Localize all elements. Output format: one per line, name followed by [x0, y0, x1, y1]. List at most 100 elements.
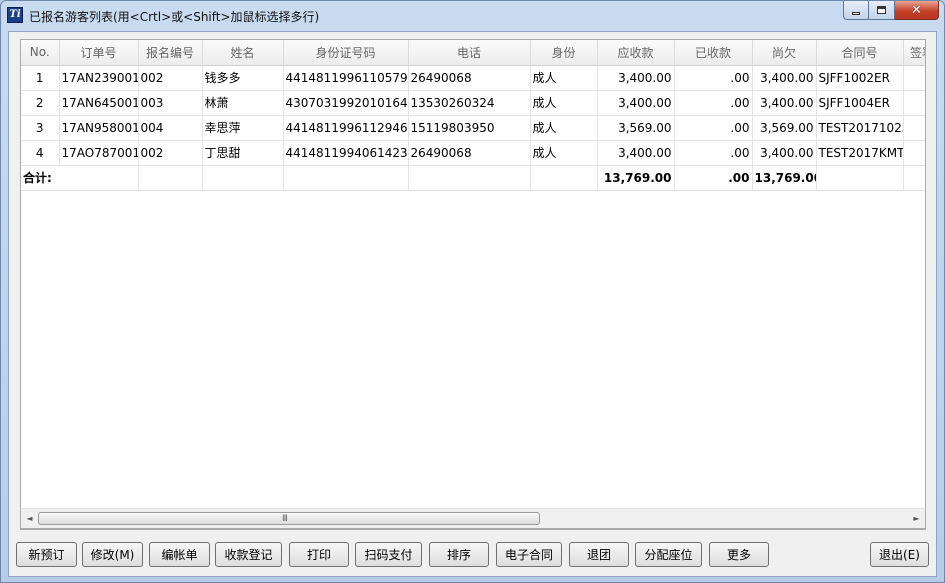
total-empty-cell — [283, 165, 409, 191]
cell-id-number: 441481199406142369 — [283, 140, 409, 166]
cell-id-number: 44148119961129468X — [283, 115, 409, 141]
total-empty-cell — [202, 165, 284, 191]
window-controls: ✕ — [843, 1, 939, 21]
col-header-name[interactable]: 姓名 — [202, 40, 284, 66]
cell-phone: 26490068 — [408, 140, 531, 166]
cell-receivable: 3,400.00 — [597, 140, 675, 166]
col-header-owed[interactable]: 尚欠 — [752, 40, 817, 66]
cell-identity: 成人 — [530, 90, 598, 116]
cell-name: 丁思甜 — [202, 140, 284, 166]
exit-button[interactable]: 退出(E) — [870, 542, 929, 567]
scroll-left-button[interactable]: ◄ — [21, 509, 38, 528]
scan-pay-button[interactable]: 扫码支付 — [355, 542, 422, 567]
total-empty-cell — [903, 165, 925, 191]
bottom-toolbar: 新预订 修改(M) 编帐单 收款登记 打印 扫码支付 排序 电子合同 退团 分配… — [9, 542, 936, 568]
total-empty-cell — [408, 165, 531, 191]
table-row[interactable]: 1 17AN239001 002 钱多多 441481199611057989 … — [21, 65, 925, 91]
traveler-grid[interactable]: No. 订单号 报名编号 姓名 身份证号码 电话 身份 应收款 已收款 尚欠 合… — [20, 39, 926, 530]
total-empty-cell — [816, 165, 904, 191]
cell-receivable: 3,400.00 — [597, 90, 675, 116]
scroll-right-button[interactable]: ► — [908, 509, 925, 528]
cell-id-number: 441481199611057989 — [283, 65, 409, 91]
cell-id-number: 430703199201016453 — [283, 90, 409, 116]
cell-phone: 15119803950 — [408, 115, 531, 141]
close-icon: ✕ — [911, 2, 922, 18]
cell-phone: 13530260324 — [408, 90, 531, 116]
cell-signed — [903, 65, 925, 91]
total-received: .00 — [674, 165, 753, 191]
table-row[interactable]: 3 17AN958001 004 幸思萍 44148119961129468X … — [21, 115, 925, 141]
horizontal-scrollbar[interactable]: ◄ III ► — [20, 508, 926, 529]
col-header-phone[interactable]: 电话 — [408, 40, 531, 66]
app-logo-icon: Ti — [7, 7, 23, 23]
minimize-button[interactable] — [843, 1, 869, 20]
cell-contract-no: TEST2017KMT — [816, 140, 904, 166]
title-bar[interactable]: Ti 已报名游客列表(用<Crtl>或<Shift>加鼠标选择多行) ✕ — [1, 1, 944, 31]
total-owed: 13,769.00 — [752, 165, 817, 191]
col-header-received[interactable]: 已收款 — [674, 40, 753, 66]
scrollbar-thumb[interactable]: III — [38, 512, 540, 525]
cell-signup-no: 004 — [138, 115, 203, 141]
table-row[interactable]: 2 17AN645001 003 林萧 430703199201016453 1… — [21, 90, 925, 116]
total-row: 合计: 13,769.00 .00 13,769.00 — [21, 165, 925, 191]
col-header-signed[interactable]: 签署 — [903, 40, 925, 66]
total-empty-cell — [138, 165, 203, 191]
cell-name: 幸思萍 — [202, 115, 284, 141]
window-title: 已报名游客列表(用<Crtl>或<Shift>加鼠标选择多行) — [29, 10, 320, 24]
cell-order-no: 17AN645001 — [59, 90, 139, 116]
cell-name: 钱多多 — [202, 65, 284, 91]
cell-no: 3 — [21, 115, 60, 141]
withdraw-group-button[interactable]: 退团 — [569, 542, 629, 567]
cell-order-no: 17AN958001 — [59, 115, 139, 141]
close-button[interactable]: ✕ — [895, 1, 939, 20]
cell-name: 林萧 — [202, 90, 284, 116]
new-booking-button[interactable]: 新预订 — [16, 542, 77, 567]
arrow-right-icon: ► — [913, 514, 920, 523]
cell-phone: 26490068 — [408, 65, 531, 91]
cell-signed — [903, 115, 925, 141]
main-window: Ti 已报名游客列表(用<Crtl>或<Shift>加鼠标选择多行) ✕ No.… — [0, 0, 945, 583]
cell-order-no: 17AO787001 — [59, 140, 139, 166]
more-button[interactable]: 更多 — [709, 542, 769, 567]
col-header-receivable[interactable]: 应收款 — [597, 40, 675, 66]
cell-signup-no: 002 — [138, 65, 203, 91]
print-button[interactable]: 打印 — [289, 542, 349, 567]
cell-owed: 3,569.00 — [752, 115, 817, 141]
table-header-row: No. 订单号 报名编号 姓名 身份证号码 电话 身份 应收款 已收款 尚欠 合… — [21, 40, 925, 66]
cell-received: .00 — [674, 65, 753, 91]
sort-button[interactable]: 排序 — [429, 542, 489, 567]
cell-signed — [903, 140, 925, 166]
col-header-order-no[interactable]: 订单号 — [59, 40, 139, 66]
col-header-signup-no[interactable]: 报名编号 — [138, 40, 203, 66]
cell-identity: 成人 — [530, 115, 598, 141]
cell-received: .00 — [674, 140, 753, 166]
cell-identity: 成人 — [530, 140, 598, 166]
cell-contract-no: SJFF1004ER — [816, 90, 904, 116]
total-empty-cell — [530, 165, 598, 191]
col-header-id-number[interactable]: 身份证号码 — [283, 40, 409, 66]
col-header-identity[interactable]: 身份 — [530, 40, 598, 66]
table-row[interactable]: 4 17AO787001 002 丁思甜 441481199406142369 … — [21, 140, 925, 166]
cell-no: 4 — [21, 140, 60, 166]
cell-received: .00 — [674, 115, 753, 141]
e-contract-button[interactable]: 电子合同 — [496, 542, 562, 567]
cell-contract-no: SJFF1002ER — [816, 65, 904, 91]
cell-no: 1 — [21, 65, 60, 91]
traveler-table: No. 订单号 报名编号 姓名 身份证号码 电话 身份 应收款 已收款 尚欠 合… — [21, 40, 925, 191]
maximize-button[interactable] — [869, 1, 895, 20]
total-label: 合计: — [21, 165, 139, 191]
cell-contract-no: TEST20171023 — [816, 115, 904, 141]
col-header-contract-no[interactable]: 合同号 — [816, 40, 904, 66]
payment-register-button[interactable]: 收款登记 — [215, 542, 282, 567]
cell-owed: 3,400.00 — [752, 140, 817, 166]
minimize-icon — [852, 11, 860, 15]
col-header-no[interactable]: No. — [21, 40, 60, 66]
total-receivable: 13,769.00 — [597, 165, 675, 191]
assign-seat-button[interactable]: 分配座位 — [635, 542, 702, 567]
cell-signed — [903, 90, 925, 116]
cell-signup-no: 002 — [138, 140, 203, 166]
modify-button[interactable]: 修改(M) — [82, 542, 143, 567]
client-area: No. 订单号 报名编号 姓名 身份证号码 电话 身份 应收款 已收款 尚欠 合… — [8, 31, 937, 577]
cell-receivable: 3,400.00 — [597, 65, 675, 91]
edit-account-button[interactable]: 编帐单 — [149, 542, 210, 567]
